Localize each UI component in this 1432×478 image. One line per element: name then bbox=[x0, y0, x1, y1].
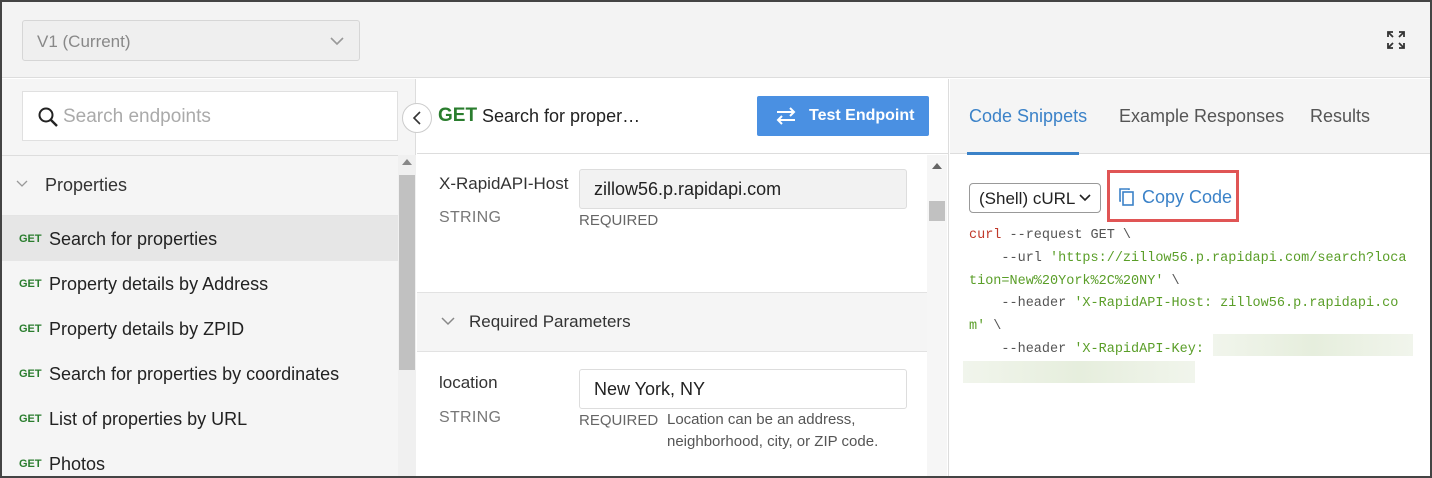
endpoint-panel: GET Search for proper… Test Endpoint X-R… bbox=[417, 79, 949, 476]
scrollbar-thumb[interactable] bbox=[399, 175, 415, 370]
required-parameters-section[interactable]: Required Parameters bbox=[417, 292, 927, 352]
method-badge: GET bbox=[19, 413, 42, 425]
app-frame: V1 (Current) Properties GET Search bbox=[0, 0, 1432, 478]
code-token: 'X-RapidAPI-Host: zillow56.p.rapidapi.co bbox=[1074, 296, 1399, 312]
endpoint-method: GET bbox=[438, 105, 478, 126]
method-badge: GET bbox=[19, 278, 42, 290]
language-label: (Shell) cURL bbox=[979, 189, 1076, 208]
param-description: Location can be an address, neighborhood… bbox=[667, 411, 879, 450]
collapse-sidebar-button[interactable] bbox=[402, 103, 432, 133]
code-token: 'https://zillow56.p.rapidapi.com/search?… bbox=[1050, 250, 1407, 266]
search-box bbox=[22, 91, 398, 141]
redacted-api-key bbox=[1213, 334, 1413, 356]
language-select[interactable]: (Shell) cURL bbox=[969, 183, 1101, 213]
scrollbar-thumb[interactable] bbox=[929, 201, 945, 221]
method-badge: GET bbox=[19, 368, 42, 380]
fullscreen-icon[interactable] bbox=[1386, 30, 1406, 50]
endpoint-label: Photos bbox=[49, 454, 106, 474]
code-token: --header bbox=[969, 341, 1075, 357]
endpoint-header: GET Search for proper… Test Endpoint bbox=[417, 79, 949, 154]
code-token: \ bbox=[985, 319, 1002, 335]
endpoint-label: Search for properties by coordinates bbox=[49, 364, 340, 384]
search-input[interactable] bbox=[63, 102, 383, 132]
sidebar-item-search-by-coordinates[interactable]: GET Search for properties by coordinates bbox=[2, 351, 398, 396]
sidebar-scrollbar[interactable] bbox=[398, 155, 416, 476]
copy-code-button[interactable]: Copy Code bbox=[1107, 170, 1239, 222]
sidebar-item-list-by-url[interactable]: GET List of properties by URL bbox=[2, 396, 398, 441]
chevron-down-icon bbox=[16, 180, 28, 187]
test-endpoint-button[interactable]: Test Endpoint bbox=[757, 96, 929, 136]
code-tabs: Code Snippets Example Responses Results bbox=[950, 79, 1430, 155]
swap-arrows-icon bbox=[776, 107, 796, 125]
parameters-body: X-RapidAPI-Host STRING REQUIRED Required… bbox=[417, 155, 927, 476]
endpoints-sidebar: Properties GET Search for properties GET… bbox=[2, 79, 416, 476]
code-token: tion=New%20York%2C%20NY' bbox=[969, 273, 1164, 289]
endpoint-list: Properties GET Search for properties GET… bbox=[2, 155, 398, 476]
sidebar-item-search-for-properties[interactable]: GET Search for properties bbox=[2, 216, 398, 261]
code-token: m' bbox=[969, 319, 986, 335]
copy-code-label: Copy Code bbox=[1142, 187, 1233, 207]
scroll-up-icon[interactable] bbox=[932, 163, 942, 169]
code-token: --header bbox=[969, 296, 1075, 312]
section-title: Required Parameters bbox=[469, 312, 631, 331]
parameters-scrollbar[interactable] bbox=[927, 155, 947, 476]
endpoint-label: Property details by ZPID bbox=[49, 319, 245, 339]
code-token: --request GET \ bbox=[1001, 228, 1132, 243]
method-badge: GET bbox=[19, 323, 42, 335]
chevron-down-icon bbox=[1079, 194, 1091, 202]
code-panel: Code Snippets Example Responses Results … bbox=[950, 79, 1430, 476]
scroll-up-icon[interactable] bbox=[402, 159, 412, 165]
required-label: REQUIRED bbox=[579, 412, 659, 429]
param-name: X-RapidAPI-Host bbox=[439, 174, 569, 193]
group-header-properties[interactable]: Properties bbox=[2, 156, 398, 216]
location-field[interactable] bbox=[579, 369, 907, 409]
sidebar-item-photos[interactable]: GET Photos bbox=[2, 441, 398, 476]
chevron-down-icon bbox=[330, 37, 344, 46]
code-token: --url bbox=[969, 250, 1051, 266]
endpoint-title: Search for proper… bbox=[482, 106, 641, 126]
endpoint-label: Property details by Address bbox=[49, 274, 269, 294]
version-select-label: V1 (Current) bbox=[37, 32, 131, 51]
tab-code-snippets[interactable]: Code Snippets bbox=[969, 106, 1087, 127]
param-type: STRING bbox=[439, 409, 502, 426]
top-bar: V1 (Current) bbox=[2, 2, 1430, 78]
active-tab-indicator bbox=[967, 152, 1079, 155]
sidebar-item-property-details-by-zpid[interactable]: GET Property details by ZPID bbox=[2, 306, 398, 351]
redacted-api-key bbox=[963, 361, 1195, 383]
required-label: REQUIRED bbox=[579, 212, 659, 229]
tab-results[interactable]: Results bbox=[1310, 106, 1370, 127]
sidebar-item-property-details-by-address[interactable]: GET Property details by Address bbox=[2, 261, 398, 306]
code-token: 'X-RapidAPI-Key: bbox=[1074, 341, 1213, 357]
method-badge: GET bbox=[19, 458, 42, 470]
host-header-field[interactable] bbox=[579, 169, 907, 209]
test-endpoint-label: Test Endpoint bbox=[809, 107, 915, 124]
chevron-left-icon bbox=[412, 111, 421, 125]
param-type: STRING bbox=[439, 209, 502, 226]
group-title: Properties bbox=[45, 175, 128, 195]
method-badge: GET bbox=[19, 233, 42, 245]
code-token: curl bbox=[969, 228, 1002, 243]
endpoint-label: List of properties by URL bbox=[49, 409, 248, 429]
code-token: \ bbox=[1163, 273, 1180, 289]
search-icon bbox=[38, 107, 58, 127]
version-select[interactable]: V1 (Current) bbox=[22, 20, 360, 61]
tab-example-responses[interactable]: Example Responses bbox=[1119, 106, 1284, 127]
copy-icon bbox=[1119, 188, 1134, 206]
endpoint-label: Search for properties bbox=[49, 229, 218, 249]
chevron-down-icon bbox=[441, 317, 455, 326]
param-name: location bbox=[439, 373, 498, 392]
